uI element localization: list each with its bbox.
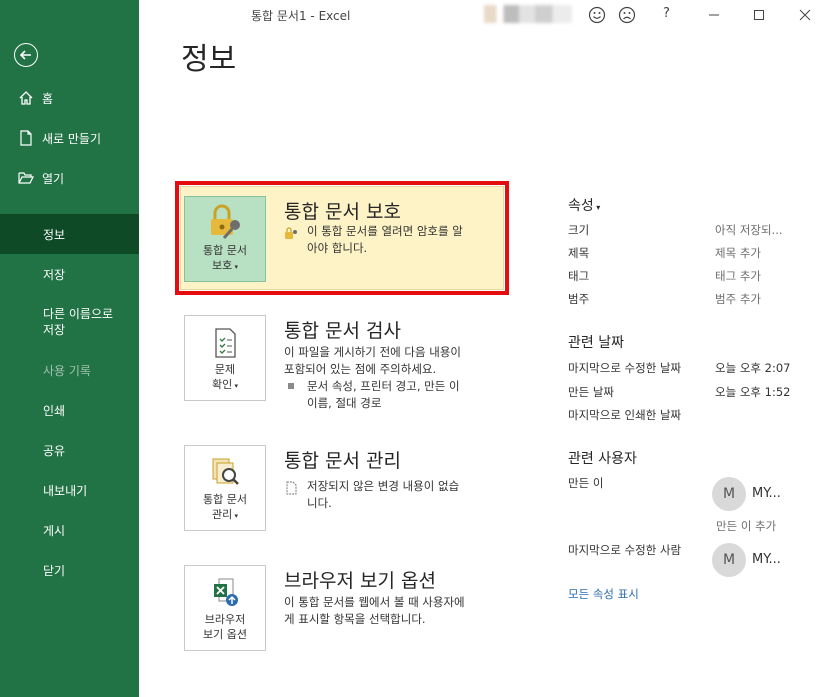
small-lock-icon	[285, 227, 297, 239]
manage-versions-icon	[212, 458, 239, 485]
minimize-icon[interactable]	[704, 5, 724, 25]
protect-button-label: 통합 문서 보호 ▾	[203, 244, 247, 272]
window-title: 통합 문서1 - Excel	[251, 9, 351, 23]
sidebar-item-open[interactable]: 열기	[0, 158, 139, 198]
new-document-icon	[20, 130, 32, 146]
prop-tags-label: 태그	[568, 269, 590, 283]
excel-globe-icon	[214, 578, 238, 606]
bullet-square	[288, 383, 294, 389]
sidebar-item-publish[interactable]: 게시	[0, 510, 139, 550]
maximize-icon[interactable]	[749, 5, 769, 25]
back-arrow-icon	[19, 50, 31, 60]
related-people-heading: 관련 사용자	[568, 451, 637, 467]
sidebar-item-close[interactable]: 닫기	[0, 550, 139, 590]
sidebar-item-label: 게시	[43, 523, 66, 538]
chevron-down-icon: ▾	[232, 512, 238, 520]
sidebar-item-share[interactable]: 공유	[0, 430, 139, 470]
user-account-blurred[interactable]	[484, 5, 572, 23]
chevron-down-icon: ▾	[593, 203, 601, 212]
prop-category-value[interactable]: 범주 추가	[715, 291, 761, 307]
sidebar-item-label: 인쇄	[43, 403, 66, 418]
protect-description: 이 통합 문서를 열려면 암호를 알 아야 합니다.	[307, 224, 463, 255]
last-modified-label: 마지막으로 수정한 날짜	[568, 361, 682, 375]
manage-button-label: 통합 문서 관리 ▾	[203, 493, 247, 521]
protect-workbook-button[interactable]: 통합 문서 보호 ▾	[184, 196, 266, 282]
sidebar-item-label: 내보내기	[43, 483, 88, 498]
inspect-description: 이 파일을 게시하기 전에 다음 내용이 포함되어 있는 점에 주의하세요.	[284, 345, 461, 376]
manage-workbook-button[interactable]: 통합 문서 관리 ▾	[184, 445, 266, 531]
browser-button-label: 브라우저 보기 옵션	[203, 613, 247, 641]
sidebar-item-save-as[interactable]: 다른 이름으로 저장	[0, 300, 139, 344]
prop-tags-value[interactable]: 태그 추가	[715, 268, 761, 284]
show-all-properties-link[interactable]: 모든 속성 표시	[568, 586, 639, 602]
sidebar-item-label: 공유	[43, 443, 66, 458]
frown-feedback-icon[interactable]	[617, 5, 637, 25]
sidebar-item-print[interactable]: 인쇄	[0, 390, 139, 430]
folder-open-icon	[18, 172, 34, 184]
manage-heading: 통합 문서 관리	[284, 450, 401, 472]
document-dashed-icon	[286, 481, 297, 495]
inspect-bullet: 문서 속성, 프린터 경고, 만든 이 이름, 절대 경로	[307, 379, 460, 410]
prop-title-value[interactable]: 제목 추가	[715, 245, 761, 261]
manage-description: 저장되지 않은 변경 내용이 없습 니다.	[307, 479, 460, 510]
check-issues-label: 문제 확인 ▾	[212, 363, 238, 391]
created-label: 만든 날짜	[568, 385, 614, 399]
sidebar-item-history[interactable]: 사용 기록	[0, 350, 139, 390]
prop-size-label: 크기	[568, 223, 590, 237]
inspect-document-icon	[215, 328, 236, 358]
properties-heading[interactable]: 속성 ▾	[568, 195, 600, 215]
modified-by-label: 마지막으로 수정한 사람	[568, 543, 682, 557]
smile-feedback-icon[interactable]	[587, 5, 607, 25]
author-name[interactable]: MY...	[752, 486, 781, 501]
lock-key-icon	[211, 204, 240, 239]
backstage-sidebar: 홈 새로 만들기 열기 정보 저장 다른 이름으로 저장 사용 기록 인쇄 공유 …	[0, 0, 139, 697]
sidebar-item-info[interactable]: 정보	[0, 214, 139, 254]
modified-by-name[interactable]: MY...	[752, 552, 781, 567]
author-avatar: M	[712, 477, 746, 511]
last-modified-value: 오늘 오후 2:07	[715, 361, 791, 375]
sidebar-item-label: 새로 만들기	[42, 131, 102, 146]
sidebar-item-export[interactable]: 내보내기	[0, 470, 139, 510]
sidebar-item-label: 다른 이름으로 저장	[43, 307, 114, 337]
browser-description: 이 통합 문서를 웹에서 볼 때 사용자에 게 표시할 항목을 선택합니다.	[284, 595, 465, 626]
sidebar-item-label: 홈	[42, 91, 54, 106]
browser-view-options-button[interactable]: 브라우저 보기 옵션	[184, 565, 266, 651]
prop-title-label: 제목	[568, 246, 590, 260]
close-icon[interactable]	[795, 5, 815, 25]
related-dates-heading: 관련 날짜	[568, 335, 624, 351]
sidebar-item-new[interactable]: 새로 만들기	[0, 118, 139, 158]
inspect-heading: 통합 문서 검사	[284, 320, 401, 342]
sidebar-item-save[interactable]: 저장	[0, 254, 139, 294]
home-icon	[19, 91, 33, 105]
prop-category-label: 범주	[568, 292, 590, 306]
add-author-link[interactable]: 만든 이 추가	[716, 518, 776, 534]
sidebar-item-label: 닫기	[43, 563, 66, 578]
modified-by-avatar: M	[712, 543, 746, 577]
page-title: 정보	[181, 42, 237, 77]
sidebar-item-label: 저장	[43, 267, 66, 282]
help-button[interactable]: ?	[663, 6, 670, 21]
check-for-issues-button[interactable]: 문제 확인 ▾	[184, 315, 266, 401]
chevron-down-icon: ▾	[232, 263, 238, 271]
sidebar-item-label: 열기	[42, 171, 65, 186]
created-value: 오늘 오후 1:52	[715, 385, 791, 399]
browser-heading: 브라우저 보기 옵션	[284, 570, 436, 592]
author-label: 만든 이	[568, 476, 604, 490]
sidebar-item-label: 정보	[43, 227, 66, 242]
chevron-down-icon: ▾	[232, 382, 238, 390]
last-printed-label: 마지막으로 인쇄한 날짜	[568, 408, 682, 422]
sidebar-item-label: 사용 기록	[43, 363, 91, 378]
sidebar-item-home[interactable]: 홈	[0, 78, 139, 118]
protect-heading: 통합 문서 보호	[284, 201, 401, 223]
back-button[interactable]	[14, 43, 38, 67]
prop-size-value: 아직 저장되...	[715, 223, 783, 237]
